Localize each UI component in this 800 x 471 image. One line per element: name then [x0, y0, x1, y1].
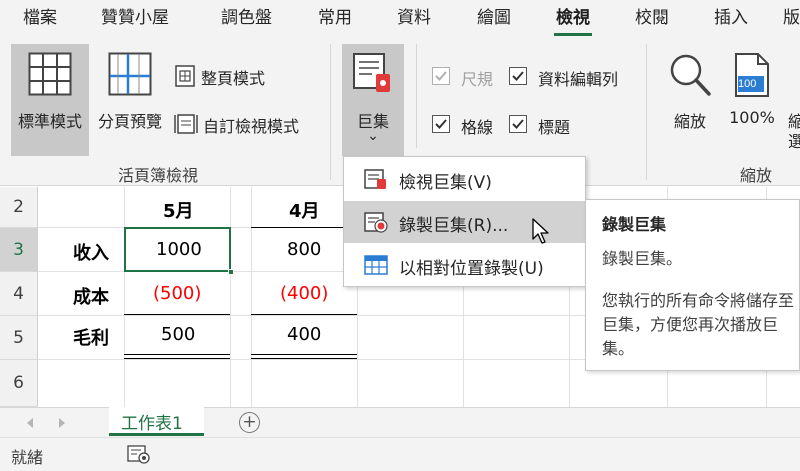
cell-cost-apr[interactable]: (400) [280, 283, 328, 304]
tab-home[interactable]: 常用 [318, 0, 352, 36]
zoom-button[interactable]: 縮放 [660, 44, 720, 156]
cell-gross-profit-apr[interactable]: 400 [287, 324, 321, 345]
workbook-views-group-label: 活頁簿檢視 [118, 166, 199, 185]
double-underline [124, 354, 230, 359]
column-gridline [251, 187, 252, 407]
menu-item-relative-record[interactable]: 以相對位置錄製(U) [344, 244, 585, 286]
ruler-checkbox[interactable]: 尺規 [432, 66, 502, 89]
column-gridline [124, 187, 125, 407]
custom-views-label: 自訂檢視模式 [203, 117, 300, 136]
tooltip-description: 您執行的所有命令將儲存至巨集，方便您再次播放巨集。 [602, 291, 795, 358]
tab-layout[interactable]: 版 [783, 0, 800, 36]
column-gridline [230, 187, 231, 407]
ribbon-separator [646, 44, 647, 180]
row-header-6[interactable]: 6 [0, 360, 38, 407]
zoom-to-selection-button[interactable]: 縮 選 [786, 44, 800, 156]
page-break-icon [108, 52, 152, 96]
zoom-group-label: 縮放 [740, 166, 773, 185]
page-layout-button[interactable]: 整頁模式 [172, 62, 282, 90]
normal-view-button[interactable]: 標準模式 [11, 44, 89, 156]
row-label-cost[interactable]: 成本 [73, 283, 109, 309]
formula-bar-label: 資料編輯列 [538, 70, 619, 89]
formula-bar-check-icon [509, 67, 527, 85]
tab-insert[interactable]: 插入 [714, 0, 748, 36]
column-label-may[interactable]: 5月 [163, 197, 194, 223]
tab-review[interactable]: 校閱 [635, 0, 669, 36]
cell-border [251, 314, 357, 315]
sheet-tab-label: 工作表1 [121, 414, 183, 434]
headings-checkbox[interactable]: 標題 [509, 114, 579, 137]
row-header-2[interactable]: 2 [0, 187, 38, 228]
menu-item-record-macro-label: 錄製巨集(R)... [399, 216, 509, 236]
page-layout-icon [175, 65, 195, 87]
view-macros-icon [364, 169, 386, 189]
zoom-selection-label-2: 選 [788, 132, 800, 151]
tab-data[interactable]: 資料 [397, 0, 431, 36]
menu-item-view-macros[interactable]: 檢視巨集(V) [344, 158, 585, 200]
zoom-100-button[interactable]: 100 100% [722, 44, 782, 156]
ruler-label: 尺規 [461, 70, 494, 89]
record-macro-tooltip: 錄製巨集 錄製巨集。 您執行的所有命令將儲存至巨集，方便您再次播放巨集。 [585, 199, 800, 371]
normal-view-icon [28, 52, 72, 96]
scroll-left-icon[interactable] [25, 417, 35, 429]
sheet-tab-bar: 工作表1 + [0, 407, 800, 437]
page-break-preview-button[interactable]: 分頁預覽 [92, 44, 168, 156]
record-macro-icon [364, 212, 388, 233]
relative-references-icon [364, 255, 388, 275]
macros-icon [353, 53, 390, 92]
headings-check-icon [509, 115, 527, 133]
page-layout-label: 整頁模式 [201, 69, 266, 88]
tooltip-summary: 錄製巨集。 [602, 249, 683, 268]
add-sheet-button[interactable]: + [239, 412, 260, 433]
headings-label: 標題 [538, 118, 571, 137]
ribbon-separator [330, 44, 331, 180]
ribbon-separator [416, 44, 417, 148]
cell-revenue-apr[interactable]: 800 [287, 239, 321, 260]
tab-file[interactable]: 檔案 [23, 0, 57, 36]
page-break-label: 分頁預覽 [97, 112, 162, 131]
formula-bar-checkbox[interactable]: 資料編輯列 [509, 66, 634, 89]
tab-palette[interactable]: 調色盤 [221, 0, 272, 36]
tab-view[interactable]: 檢視 [554, 0, 592, 36]
scroll-right-icon[interactable] [57, 417, 67, 429]
magnifier-icon [670, 54, 711, 96]
tooltip-title: 錄製巨集 [602, 215, 667, 234]
ruler-check-icon [432, 67, 450, 85]
custom-views-button[interactable]: 自訂檢視模式 [172, 110, 317, 138]
macros-dropdown-arrow-icon: ⌄ [367, 128, 379, 144]
status-bar: 就緒 [0, 437, 800, 471]
macro-record-status-icon[interactable] [127, 445, 151, 465]
zoom-100-icon-text: 100 [738, 78, 757, 90]
cell-cost-may[interactable]: (500) [153, 283, 201, 304]
row-header-5[interactable]: 5 [0, 316, 38, 360]
column-label-apr[interactable]: 4月 [289, 197, 320, 223]
row-label-gross-profit[interactable]: 毛利 [73, 324, 109, 350]
row-label-revenue[interactable]: 收入 [73, 239, 109, 265]
custom-views-icon [174, 114, 198, 134]
tab-custom[interactable]: 贊贊小屋 [101, 0, 169, 36]
sheet-tab-active[interactable]: 工作表1 [109, 407, 204, 436]
mouse-cursor-icon [532, 218, 549, 244]
ribbon-tab-bar: 檔案 贊贊小屋 調色盤 常用 資料 繪圖 檢視 校閱 插入 版 [0, 0, 800, 36]
tab-draw[interactable]: 繪圖 [477, 0, 511, 36]
status-ready: 就緒 [11, 448, 44, 467]
gridlines-checkbox[interactable]: 格線 [432, 114, 502, 137]
normal-view-label: 標準模式 [17, 112, 82, 131]
cell-border [124, 314, 230, 315]
menu-item-view-macros-label: 檢視巨集(V) [399, 173, 492, 193]
double-underline [251, 354, 357, 359]
cell-border [251, 227, 357, 228]
cell-gross-profit-may[interactable]: 500 [161, 324, 195, 345]
zoom-100-icon [735, 53, 769, 97]
gridlines-label: 格線 [461, 118, 494, 137]
row-header-3[interactable]: 3 [0, 228, 38, 272]
zoom-label: 縮放 [673, 112, 706, 131]
macros-button[interactable]: 巨集 ⌄ [342, 44, 404, 156]
zoom-100-label: 100% [729, 108, 775, 127]
fill-handle[interactable] [228, 269, 234, 275]
gridlines-check-icon [432, 115, 450, 133]
menu-item-relative-record-label: 以相對位置錄製(U) [399, 259, 544, 279]
active-cell-selection[interactable] [124, 227, 231, 272]
row-header-4[interactable]: 4 [0, 272, 38, 316]
